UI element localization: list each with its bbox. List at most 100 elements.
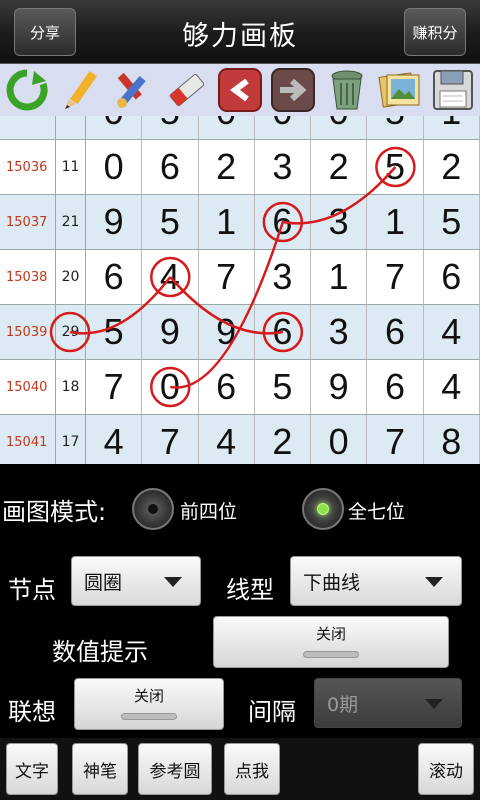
pencil-icon[interactable] — [55, 66, 105, 114]
digit-cell[interactable]: 9 — [86, 195, 143, 249]
digit-cell[interactable]: 3 — [311, 305, 368, 359]
digit-cell[interactable]: 0 — [142, 360, 199, 414]
mode-first-four-label: 前四位 — [180, 501, 238, 523]
table-row[interactable]: 15038 20 6 4 7 3 1 7 6 — [0, 250, 480, 305]
digit-cell[interactable]: 5 — [367, 140, 424, 194]
period-cell: 15038 — [0, 250, 56, 304]
digit-cell[interactable]: 6 — [255, 305, 312, 359]
digit-cell[interactable]: 0 — [199, 116, 255, 139]
digit-cell[interactable]: 0 — [255, 116, 312, 139]
digit-cell[interactable]: 7 — [199, 250, 255, 304]
image-icon[interactable] — [375, 66, 425, 114]
digit-cell[interactable]: 6 — [86, 250, 143, 304]
undo-icon[interactable] — [215, 66, 265, 114]
table-row[interactable]: 15037 21 9 5 1 6 3 1 5 — [0, 195, 480, 250]
association-toggle[interactable]: 关闭 — [74, 678, 224, 730]
text-button[interactable]: 文字 — [6, 743, 58, 795]
table-row[interactable]: 15036 11 0 6 2 3 2 5 2 — [0, 140, 480, 195]
digit-cell[interactable]: 2 — [199, 140, 255, 194]
reference-circle-button[interactable]: 参考圆 — [138, 743, 212, 795]
magic-pen-button[interactable]: 神笔 — [72, 743, 128, 795]
digit-cell[interactable]: 3 — [255, 250, 312, 304]
redo-icon[interactable] — [268, 66, 318, 114]
digit-cell[interactable]: 3 — [255, 140, 312, 194]
sum-cell: 18 — [56, 360, 86, 414]
sum-cell: 17 — [56, 415, 86, 464]
refresh-icon[interactable] — [2, 66, 52, 114]
toggle-indicator — [121, 713, 177, 720]
brush-icon[interactable] — [108, 66, 158, 114]
node-spinner[interactable]: 圆圈 — [71, 556, 201, 606]
association-state: 关闭 — [133, 687, 164, 705]
table-row[interactable]: 15039 29 5 9 9 6 3 6 4 — [0, 305, 480, 360]
digit-cell[interactable]: 5 — [142, 195, 199, 249]
tap-me-button[interactable]: 点我 — [224, 743, 280, 795]
mode-all-seven-label: 全七位 — [348, 501, 406, 523]
mode-first-four-radio[interactable] — [132, 488, 174, 530]
eraser-icon[interactable] — [162, 66, 212, 114]
number-grid[interactable]: 1503511050005115036110623252150372195163… — [0, 116, 480, 464]
digit-cell[interactable]: 7 — [142, 415, 199, 464]
digit-cell[interactable]: 1 — [424, 116, 480, 139]
table-row[interactable]: 15040 18 7 0 6 5 9 6 4 — [0, 360, 480, 415]
digit-cell[interactable]: 7 — [86, 360, 143, 414]
scroll-button[interactable]: 滚动 — [418, 743, 474, 795]
digit-cell[interactable]: 0 — [86, 116, 143, 139]
digit-cell[interactable]: 1 — [199, 195, 255, 249]
toggle-indicator — [303, 651, 359, 658]
line-type-spinner[interactable]: 下曲线 — [290, 556, 462, 606]
line-type-label: 线型 — [226, 576, 274, 604]
digit-cell[interactable]: 2 — [311, 140, 368, 194]
sum-cell: 20 — [56, 250, 86, 304]
value-hint-state: 关闭 — [315, 625, 346, 643]
digit-cell[interactable]: 9 — [199, 305, 255, 359]
digit-cell[interactable]: 4 — [424, 360, 480, 414]
digit-cell[interactable]: 8 — [424, 415, 480, 464]
digit-cell[interactable]: 4 — [142, 250, 199, 304]
digit-cell[interactable]: 5 — [142, 116, 199, 139]
digit-cell[interactable]: 6 — [367, 305, 424, 359]
digit-cell[interactable]: 5 — [424, 195, 480, 249]
digit-cell[interactable]: 6 — [142, 140, 199, 194]
digit-cell[interactable]: 6 — [199, 360, 255, 414]
value-hint-toggle[interactable]: 关闭 — [213, 616, 449, 668]
save-icon[interactable] — [428, 66, 478, 114]
digit-cell[interactable]: 2 — [255, 415, 312, 464]
digit-cell[interactable]: 5 — [367, 116, 424, 139]
digit-cell[interactable]: 1 — [367, 195, 424, 249]
period-cell: 15041 — [0, 415, 56, 464]
table-row[interactable]: 15035110500051 — [0, 116, 480, 140]
mode-all-seven-radio[interactable] — [302, 488, 344, 530]
digit-cell[interactable]: 6 — [424, 250, 480, 304]
period-cell: 15037 — [0, 195, 56, 249]
digit-cell[interactable]: 0 — [86, 140, 143, 194]
interval-value: 0期 — [327, 693, 359, 716]
digit-cell[interactable]: 0 — [311, 415, 368, 464]
digit-cell[interactable]: 7 — [367, 415, 424, 464]
tool-bar — [0, 64, 480, 116]
node-label: 节点 — [8, 576, 56, 604]
digit-cell[interactable]: 6 — [255, 195, 312, 249]
digit-cell[interactable]: 9 — [142, 305, 199, 359]
draw-mode-label: 画图模式: — [2, 498, 107, 526]
trash-icon[interactable] — [322, 66, 372, 114]
node-value: 圆圈 — [84, 571, 123, 594]
digit-cell[interactable]: 3 — [311, 195, 368, 249]
digit-cell[interactable]: 4 — [424, 305, 480, 359]
interval-spinner[interactable]: 0期 — [314, 678, 462, 728]
digit-cell[interactable]: 4 — [199, 415, 255, 464]
earn-points-button[interactable]: 赚积分 — [404, 8, 466, 56]
digit-cell[interactable]: 6 — [367, 360, 424, 414]
table-row[interactable]: 15041 17 4 7 4 2 0 7 8 — [0, 415, 480, 464]
digit-cell[interactable]: 9 — [311, 360, 368, 414]
digit-cell[interactable]: 1 — [311, 250, 368, 304]
digit-cell[interactable]: 2 — [424, 140, 480, 194]
digit-cell[interactable]: 5 — [255, 360, 312, 414]
settings-panel: 画图模式: 前四位 全七位 节点 圆圈 线型 下曲线 数值提示 关闭 联想 关闭… — [0, 464, 480, 738]
digit-cell[interactable]: 0 — [311, 116, 368, 139]
digit-cell[interactable]: 5 — [86, 305, 143, 359]
sum-cell: 21 — [56, 195, 86, 249]
sum-cell: 11 — [56, 140, 86, 194]
digit-cell[interactable]: 7 — [367, 250, 424, 304]
digit-cell[interactable]: 4 — [86, 415, 143, 464]
